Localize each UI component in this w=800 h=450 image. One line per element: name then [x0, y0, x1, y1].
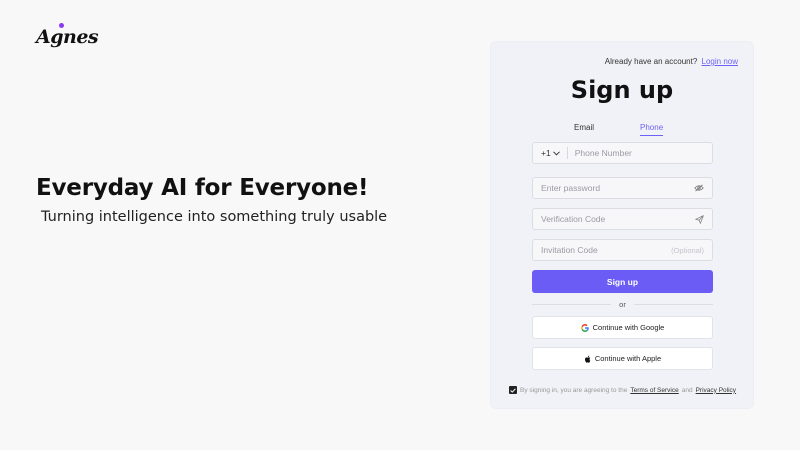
or-divider: or [532, 299, 714, 309]
send-icon[interactable] [694, 214, 704, 224]
divider-line-left [532, 303, 612, 305]
phone-input-placeholder: Phone Number [574, 148, 632, 158]
check-icon [510, 387, 516, 393]
logo-text: Agnes [36, 26, 99, 48]
google-button-label: Continue with Google [592, 323, 665, 332]
apple-button-label: Continue with Apple [594, 354, 662, 363]
brand-logo[interactable]: Agnes [36, 23, 99, 48]
password-field[interactable]: Enter password [532, 177, 713, 199]
login-prompt: Already have an account? Login now [605, 57, 738, 66]
hero-section: Everyday AI for Everyone! Turning intell… [36, 175, 387, 225]
terms-prefix-text: By signing in, you are agreeing to the [520, 386, 628, 394]
terms-agreement: By signing in, you are agreeing to the T… [509, 386, 736, 394]
invitation-code-field[interactable]: Invitation Code (Optional) [532, 239, 713, 261]
invitation-input-placeholder: Invitation Code [541, 245, 598, 255]
country-code-value: +1 [541, 148, 551, 158]
tab-phone[interactable]: Phone [640, 123, 664, 136]
hero-subtitle: Turning intelligence into something trul… [41, 209, 388, 225]
optional-label: (Optional) [671, 245, 704, 255]
hero-title: Everyday AI for Everyone! [36, 175, 369, 201]
divider-line-right [633, 303, 714, 305]
signup-card: Already have an account? Login now Sign … [490, 41, 754, 409]
login-now-link[interactable]: Login now [702, 57, 738, 66]
terms-checkbox[interactable] [509, 386, 517, 394]
signup-title: Sign up [570, 76, 674, 104]
verification-code-field[interactable]: Verification Code [532, 208, 713, 230]
password-input-placeholder: Enter password [541, 183, 601, 193]
verification-input-placeholder: Verification Code [541, 214, 606, 224]
or-label: or [619, 299, 626, 309]
login-prompt-text: Already have an account? [604, 57, 698, 66]
terms-of-service-link[interactable]: Terms of Service [630, 387, 678, 394]
signup-tabs: Email Phone [574, 123, 664, 136]
apple-icon [584, 355, 591, 363]
signup-button[interactable]: Sign up [532, 270, 713, 293]
continue-with-apple-button[interactable]: Continue with Apple [532, 347, 713, 370]
terms-and-text: and [681, 386, 693, 394]
chevron-down-icon [552, 150, 560, 156]
phone-field[interactable]: +1 Phone Number [532, 142, 713, 164]
eye-off-icon[interactable] [694, 183, 704, 193]
continue-with-google-button[interactable]: Continue with Google [532, 316, 713, 339]
tab-email[interactable]: Email [574, 123, 594, 136]
logo-dot [59, 23, 64, 28]
country-code-select[interactable]: +1 [541, 147, 568, 159]
google-icon [580, 323, 589, 332]
privacy-policy-link[interactable]: Privacy Policy [696, 387, 736, 394]
